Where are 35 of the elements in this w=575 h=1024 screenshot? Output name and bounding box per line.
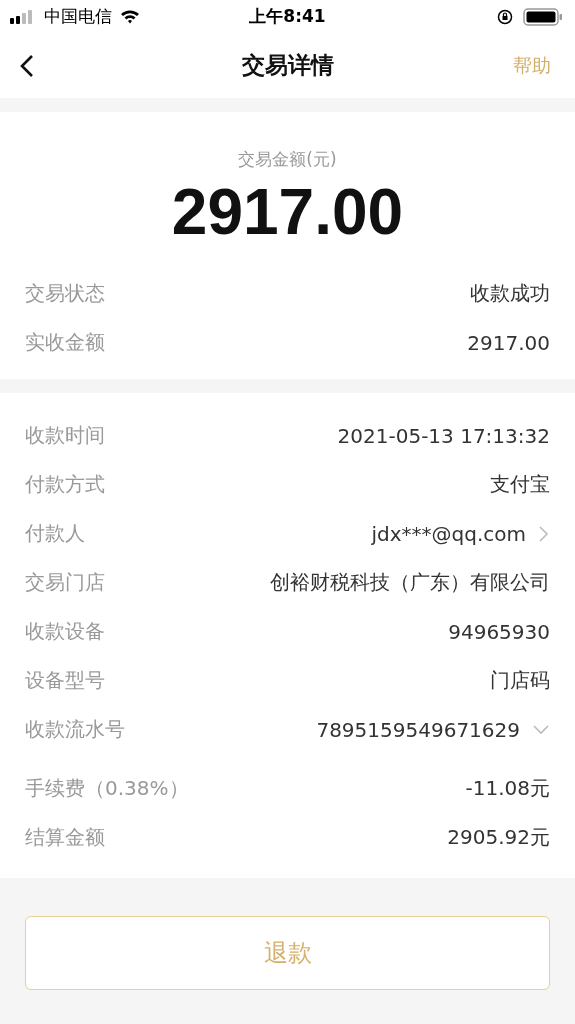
help-link[interactable]: 帮助 — [513, 52, 551, 79]
field-label: 付款人 — [25, 520, 85, 547]
field-value: 创裕财税科技（广东）有限公司 — [270, 569, 550, 596]
field-label: 设备型号 — [25, 667, 105, 694]
field-label: 收款流水号 — [25, 716, 125, 743]
field-value: jdx***@qq.com — [371, 521, 526, 546]
field-value: -11.08元 — [465, 775, 550, 802]
field-value: 支付宝 — [490, 471, 550, 498]
field-value: 收款成功 — [470, 280, 550, 307]
field-value: 2905.92元 — [447, 824, 550, 851]
carrier-name: 中国电信 — [44, 5, 112, 28]
refund-button[interactable]: 退款 — [25, 916, 550, 990]
field-value: 94965930 — [448, 619, 550, 644]
field-label: 交易状态 — [25, 280, 105, 307]
field-label: 结算金额 — [25, 824, 105, 851]
back-icon[interactable] — [20, 53, 34, 78]
chevron-right-icon[interactable] — [538, 524, 550, 543]
status-time: 上午8:41 — [249, 5, 326, 28]
amount-label: 交易金额(元) — [237, 148, 338, 171]
field-label: 实收金额 — [25, 329, 105, 356]
field-value: 2917.00 — [467, 330, 550, 355]
field-label: 付款方式 — [25, 471, 105, 498]
battery-icon — [523, 7, 563, 26]
chevron-down-icon[interactable] — [532, 723, 550, 736]
field-label: 收款时间 — [25, 422, 105, 449]
page-title: 交易详情 — [241, 51, 334, 80]
field-label: 收款设备 — [25, 618, 105, 645]
field-label: 交易门店 — [25, 569, 105, 596]
rotation-lock-icon — [497, 8, 513, 25]
field-value: 7895159549671629 — [316, 717, 520, 742]
field-label: 手续费（0.38%） — [25, 775, 189, 802]
amount-value: 2917.00 — [170, 175, 405, 249]
field-value: 门店码 — [490, 667, 550, 694]
wifi-icon — [120, 9, 140, 24]
field-value: 2021-05-13 17:13:32 — [337, 423, 550, 448]
